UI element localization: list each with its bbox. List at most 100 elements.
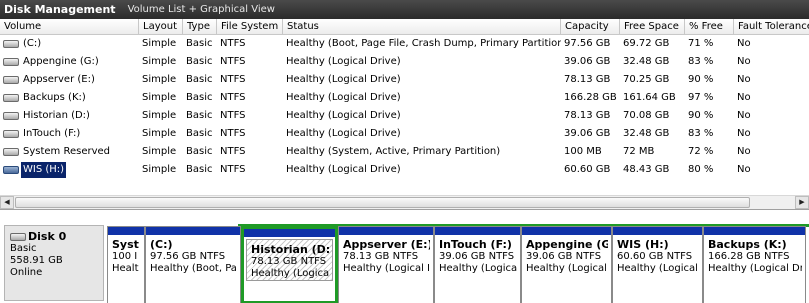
partition-size: 78.13 GB NTFS (251, 256, 327, 267)
cell-fault-tolerance: No (737, 56, 751, 67)
table-row[interactable]: InTouch (F:) Simple Basic NTFS Healthy (Logi… (0, 126, 809, 142)
cell-type: Basic (186, 56, 213, 67)
table-row[interactable]: System Reserved Simple Basic NTFS Healthy (S… (0, 144, 809, 160)
cell-volume: InTouch (F:) (0, 126, 139, 142)
table-row[interactable]: Historian (D:) Simple Basic NTFS Healthy (Lo… (0, 108, 809, 124)
scrollbar-thumb[interactable] (15, 197, 750, 208)
disk-volume-icon (3, 58, 19, 66)
cell-volume: Appengine (G:) (0, 54, 139, 70)
partition-color-bar (704, 227, 805, 235)
cell-fault-tolerance: No (737, 164, 751, 175)
partition-status: Healthy (Boot, Pa (150, 263, 237, 274)
cell-capacity: 97.56 GB (564, 38, 611, 49)
disk-info[interactable]: Disk 0 Basic 558.91 GB Online (4, 225, 104, 301)
partition-name: Historian (D:) (251, 243, 329, 256)
partition-body: Appengine (G 39.06 GB NTFS Healthy (Logica… (522, 235, 611, 275)
column-header-type[interactable]: Type (183, 19, 217, 35)
partition-size: 97.56 GB NTFS (150, 251, 226, 262)
cell-fault-tolerance: No (737, 128, 751, 139)
table-row[interactable]: Appserver (E:) Simple Basic NTFS Healthy (Lo… (0, 72, 809, 88)
table-row[interactable]: Appengine (G:) Simple Basic NTFS Healthy (Lo… (0, 54, 809, 70)
partition-1[interactable]: (C:) 97.56 GB NTFS Healthy (Boot, Pa (145, 226, 241, 303)
view-subtitle: Volume List + Graphical View (127, 4, 275, 15)
cell-fault-tolerance: No (737, 74, 751, 85)
cell-percent-free: 83 % (688, 128, 714, 139)
cell-type: Basic (186, 164, 213, 175)
cell-layout: Simple (142, 92, 177, 103)
arrow-left-icon[interactable]: ◀ (0, 196, 14, 209)
partition-color-bar (522, 227, 611, 235)
horizontal-scrollbar[interactable]: ◀ ▶ (0, 195, 809, 209)
cell-layout: Simple (142, 128, 177, 139)
cell-percent-free: 83 % (688, 56, 714, 67)
partition-status: Healthy (Logical (617, 263, 698, 274)
cell-capacity: 78.13 GB (564, 110, 611, 121)
column-header-capacity[interactable]: Capacity (561, 19, 620, 35)
cell-type: Basic (186, 74, 213, 85)
partition-size: 100 I (112, 251, 138, 262)
cell-percent-free: 80 % (688, 164, 714, 175)
partition-status: Healthy (Logical I (343, 263, 430, 274)
cell-volume: Historian (D:) (0, 108, 139, 124)
cell-type: Basic (186, 146, 213, 157)
cell-status: Healthy (Logical Drive) (286, 92, 401, 103)
cell-free-space: 72 MB (623, 146, 655, 157)
volume-name: WIS (H:) (21, 162, 67, 178)
column-header-free-space[interactable]: Free Space (620, 19, 685, 35)
column-header-layout[interactable]: Layout (139, 19, 183, 35)
partition-size: 166.28 GB NTFS (708, 251, 790, 262)
table-row[interactable]: (C:) Simple Basic NTFS Healthy (Boot, Page F… (0, 36, 809, 52)
cell-free-space: 70.25 GB (623, 74, 670, 85)
partition-name: Appengine (G (526, 238, 608, 251)
cell-percent-free: 97 % (688, 92, 714, 103)
disk-state: Online (10, 267, 43, 278)
cell-fault-tolerance: No (737, 110, 751, 121)
partition-size: 78.13 GB NTFS (343, 251, 419, 262)
partition-5[interactable]: Appengine (G 39.06 GB NTFS Healthy (Logica… (521, 226, 612, 303)
partition-7[interactable]: Backups (K:) 166.28 GB NTFS Healthy (Logic… (703, 226, 806, 303)
partition-color-bar (146, 227, 240, 235)
column-header-volume[interactable]: Volume (0, 19, 139, 35)
cell-status: Healthy (Logical Drive) (286, 110, 401, 121)
partition-size: 60.60 GB NTFS (617, 251, 693, 262)
cell-percent-free: 90 % (688, 110, 714, 121)
partition-2[interactable]: Historian (D:) 78.13 GB NTFS Healthy (Logi… (241, 226, 338, 303)
cell-volume: (C:) (0, 36, 139, 52)
table-row[interactable]: Backups (K:) Simple Basic NTFS Healthy (Logi… (0, 90, 809, 106)
column-header-percent-free[interactable]: % Free (685, 19, 734, 35)
volume-list[interactable]: Volume Layout Type File System Status Capacit… (0, 19, 809, 195)
volume-name: Backups (K:) (23, 92, 86, 103)
partition-status: Healthy (Logical (526, 263, 607, 274)
disk-volume-icon (3, 112, 19, 120)
cell-file-system: NTFS (220, 56, 246, 67)
column-header-status[interactable]: Status (283, 19, 561, 35)
cell-status: Healthy (Logical Drive) (286, 74, 401, 85)
partition-0[interactable]: Syst 100 I Healt (107, 226, 145, 303)
cell-type: Basic (186, 128, 213, 139)
partition-status: Healthy (Logical (251, 268, 329, 279)
partition-6[interactable]: WIS (H:) 60.60 GB NTFS Healthy (Logical (612, 226, 703, 303)
cell-layout: Simple (142, 164, 177, 175)
volume-name: Appserver (E:) (23, 74, 95, 85)
volume-name: System Reserved (23, 146, 111, 157)
table-row[interactable]: WIS (H:) Simple Basic NTFS Healthy (Logical … (0, 162, 809, 178)
column-header-file-system[interactable]: File System (217, 19, 283, 35)
cell-layout: Simple (142, 74, 177, 85)
arrow-right-icon[interactable]: ▶ (795, 196, 809, 209)
partition-name: InTouch (F:) (439, 238, 512, 251)
cell-capacity: 78.13 GB (564, 74, 611, 85)
volume-name: Appengine (G:) (23, 56, 99, 67)
disk-size: 558.91 GB (10, 255, 63, 266)
cell-volume: WIS (H:) (0, 162, 139, 178)
cell-free-space: 32.48 GB (623, 56, 670, 67)
volume-name: InTouch (F:) (23, 128, 81, 139)
cell-file-system: NTFS (220, 164, 246, 175)
partition-size: 39.06 GB NTFS (439, 251, 515, 262)
title-bar: Disk Management Volume List + Graphical … (0, 0, 809, 19)
disk-volume-icon (3, 166, 19, 174)
partition-size: 39.06 GB NTFS (526, 251, 602, 262)
partition-4[interactable]: InTouch (F:) 39.06 GB NTFS Healthy (Logica… (434, 226, 521, 303)
partition-color-bar (435, 227, 520, 235)
partition-3[interactable]: Appserver (E:) 78.13 GB NTFS Healthy (Logi… (338, 226, 434, 303)
column-header-fault-tolerance[interactable]: Fault Tolerance (734, 19, 809, 35)
